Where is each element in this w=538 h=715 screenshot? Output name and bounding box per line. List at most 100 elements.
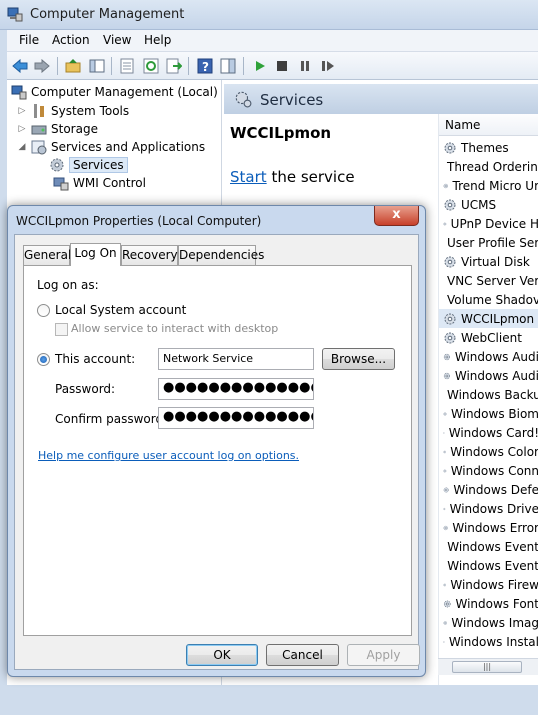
service-row[interactable]: Thread Ordering — [439, 157, 538, 176]
storage-icon — [31, 125, 47, 135]
stop-service-icon[interactable] — [273, 57, 291, 75]
confirm-password-field[interactable]: ●●●●●●●●●●●●●●● — [158, 407, 314, 429]
service-gear-icon — [443, 640, 445, 643]
tree-item-services-and-applications[interactable]: ◢ Services and Applications — [17, 138, 205, 156]
service-gear-icon — [443, 525, 448, 530]
service-gear-icon — [443, 411, 447, 416]
help-configure-link[interactable]: Help me configure user account log on op… — [38, 449, 299, 462]
service-gear-icon — [443, 469, 447, 472]
service-gear-icon — [443, 507, 446, 510]
service-row[interactable]: Windows Defe — [439, 480, 538, 499]
tree-item-wmi-control[interactable]: WMI Control — [53, 174, 146, 192]
close-icon[interactable]: x — [374, 206, 419, 226]
restart-service-icon[interactable] — [319, 57, 337, 75]
show-hide-tree-icon[interactable] — [88, 57, 106, 75]
tree-root[interactable]: Computer Management (Local) — [11, 83, 218, 101]
tree-item-system-tools[interactable]: ▷ System Tools — [17, 102, 129, 120]
tab-log-on[interactable]: Log On — [70, 243, 121, 266]
collapse-icon[interactable]: ◢ — [17, 142, 27, 152]
this-account-label[interactable]: This account: — [55, 352, 135, 366]
forward-arrow-icon[interactable] — [33, 57, 51, 75]
menu-help[interactable]: Help — [144, 33, 171, 47]
service-name: Windows Audi — [454, 349, 538, 364]
service-name: Windows Defe — [453, 482, 538, 497]
properties-icon[interactable] — [118, 57, 136, 75]
service-gear-icon — [443, 620, 447, 625]
toolbar: ? — [7, 52, 538, 80]
service-row[interactable]: Windows Drive — [439, 499, 538, 518]
refresh-icon[interactable] — [142, 57, 160, 75]
ok-button[interactable]: OK — [186, 644, 258, 666]
service-name: Volume Shadov — [447, 292, 538, 307]
tab-dependencies[interactable]: Dependencies — [178, 245, 264, 265]
tab-general[interactable]: General — [23, 245, 71, 265]
service-row[interactable]: Windows Audi — [439, 366, 538, 385]
services-header: Services — [224, 84, 538, 114]
service-name: UPnP Device H — [450, 216, 538, 231]
menu-file[interactable]: File — [19, 33, 39, 47]
tree-item-storage[interactable]: ▷ Storage — [17, 120, 98, 138]
menu-action[interactable]: Action — [52, 33, 90, 47]
tree-item-label: Storage — [51, 122, 98, 136]
service-row[interactable]: Windows Font — [439, 594, 538, 613]
menu-view[interactable]: View — [103, 33, 131, 47]
service-row[interactable]: Windows Audi — [439, 347, 538, 366]
browse-button[interactable]: Browse... — [322, 348, 395, 370]
service-row[interactable]: Windows Instal — [439, 632, 538, 651]
start-service-icon[interactable] — [251, 57, 269, 75]
tree-item-services[interactable]: Services — [49, 156, 128, 174]
computer-icon — [11, 85, 27, 100]
service-row[interactable]: UPnP Device H — [439, 214, 538, 233]
account-field[interactable]: Network Service — [158, 348, 314, 370]
service-row[interactable]: WCCILpmon — [439, 309, 538, 328]
service-row[interactable]: WebClient — [439, 328, 538, 347]
service-row[interactable]: User Profile Ser — [439, 233, 538, 252]
wmi-control-icon — [53, 177, 69, 191]
this-account-radio[interactable] — [37, 353, 50, 366]
service-row[interactable]: VNC Server Ver — [439, 271, 538, 290]
local-system-label[interactable]: Local System account — [55, 303, 186, 317]
service-row[interactable]: Virtual Disk — [439, 252, 538, 271]
svg-text:?: ? — [202, 60, 209, 74]
service-gear-icon — [443, 431, 445, 434]
back-arrow-icon[interactable] — [11, 57, 29, 75]
service-name: Windows Firew — [450, 577, 538, 592]
local-system-radio[interactable] — [37, 304, 50, 317]
service-row[interactable]: Windows Biom — [439, 404, 538, 423]
allow-interact-checkbox[interactable] — [55, 323, 68, 336]
service-row[interactable]: Windows Conn — [439, 461, 538, 480]
service-row[interactable]: Windows Backu — [439, 385, 538, 404]
service-row[interactable]: Windows Event — [439, 537, 538, 556]
service-gear-icon — [443, 222, 447, 225]
service-row[interactable]: Windows Error — [439, 518, 538, 537]
export-list-icon[interactable] — [165, 57, 183, 75]
service-row[interactable]: Windows Imag — [439, 613, 538, 632]
horizontal-scrollbar[interactable]: ||| — [438, 658, 538, 675]
service-row[interactable]: Windows Firew — [439, 575, 538, 594]
tab-recovery[interactable]: Recovery — [121, 245, 178, 265]
help-icon[interactable]: ? — [196, 57, 214, 75]
services-gear-icon — [235, 91, 252, 108]
apply-button[interactable]: Apply — [347, 644, 420, 666]
expand-icon[interactable]: ▷ — [17, 106, 27, 116]
password-field[interactable]: ●●●●●●●●●●●●●●● — [158, 378, 314, 400]
up-folder-icon[interactable] — [64, 57, 82, 75]
action-pane-icon[interactable] — [219, 57, 237, 75]
service-name: Thread Ordering — [447, 159, 538, 174]
column-header-name[interactable]: Name — [439, 114, 538, 136]
service-name: Windows Event — [447, 558, 538, 573]
start-service-link[interactable]: Start — [230, 168, 267, 186]
service-row[interactable]: Windows Card! — [439, 423, 538, 442]
cancel-button[interactable]: Cancel — [266, 644, 339, 666]
pause-service-icon[interactable] — [296, 57, 314, 75]
service-row[interactable]: Themes — [439, 138, 538, 157]
expand-icon[interactable]: ▷ — [17, 124, 27, 134]
service-row[interactable]: Volume Shadov — [439, 290, 538, 309]
service-name: Windows Error — [452, 520, 538, 535]
service-row[interactable]: Trend Micro Ur — [439, 176, 538, 195]
service-row[interactable]: Windows Event — [439, 556, 538, 575]
service-row[interactable]: UCMS — [439, 195, 538, 214]
title-bar: Computer Management — [0, 0, 538, 30]
service-row[interactable]: Windows Color — [439, 442, 538, 461]
scrollbar-thumb[interactable]: ||| — [452, 661, 522, 673]
